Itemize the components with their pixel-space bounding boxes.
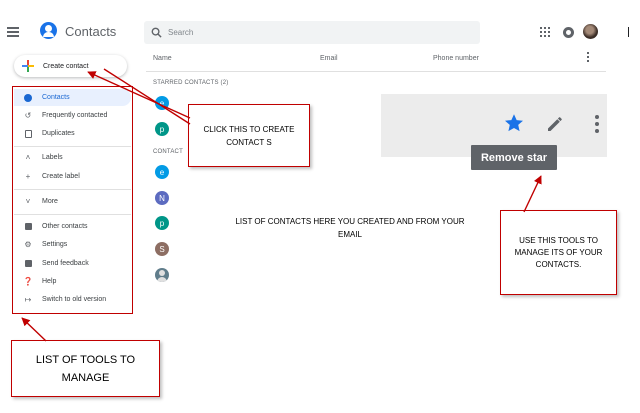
apps-grid-icon[interactable] [540, 27, 550, 37]
remove-star-tooltip: Remove star [471, 145, 557, 170]
arrow-to-sidebar [21, 317, 47, 342]
arrow-to-row-tools [523, 175, 542, 213]
contact-photo-avatar[interactable] [155, 268, 169, 282]
create-contact-label: Create contact [43, 62, 89, 70]
column-header-name[interactable]: Name [153, 55, 172, 62]
contact-avatar[interactable]: N [155, 191, 169, 205]
starred-section-label: STARRED CONTACTS (2) [153, 80, 229, 86]
search-icon[interactable] [151, 27, 162, 38]
more-vert-icon[interactable] [594, 115, 599, 133]
contact-avatar[interactable]: p [155, 122, 169, 136]
contact-avatar[interactable]: e [155, 165, 169, 179]
list-divider [146, 71, 606, 72]
create-contact-annotation: CLICK THIS TO CREATE CONTACT S [188, 104, 310, 167]
star-shape [505, 114, 523, 132]
contacts-section-label: CONTACT [153, 149, 183, 155]
row-tools-annotation: USE THIS TOOLS TO MANAGE ITS OF YOUR CON… [500, 210, 617, 295]
sidebar-tools-annotation: LIST OF TOOLS TO MANAGE [11, 340, 160, 397]
text-cursor [628, 27, 629, 37]
edit-pencil-icon[interactable] [545, 114, 565, 134]
account-avatar[interactable] [583, 24, 598, 39]
sidebar-annotation-frame [12, 86, 133, 314]
create-contact-button[interactable]: Create contact [14, 55, 127, 77]
contact-avatar[interactable]: p [155, 216, 169, 230]
search-input[interactable] [168, 24, 468, 41]
contacts-list-annotation: LIST OF CONTACTS HERE YOU CREATED AND FR… [235, 217, 465, 239]
column-header-phone[interactable]: Phone number [433, 55, 479, 62]
main-menu-icon[interactable] [7, 27, 19, 37]
contact-avatar[interactable]: S [155, 242, 169, 256]
column-header-email[interactable]: Email [320, 55, 338, 62]
notifications-icon[interactable] [563, 27, 574, 38]
list-more-icon[interactable] [587, 52, 590, 62]
contacts-logo-icon [40, 22, 57, 39]
contact-avatar[interactable]: e [155, 96, 169, 110]
app-title: Contacts [65, 24, 117, 39]
star-icon[interactable] [503, 112, 525, 134]
plus-icon [22, 60, 34, 72]
